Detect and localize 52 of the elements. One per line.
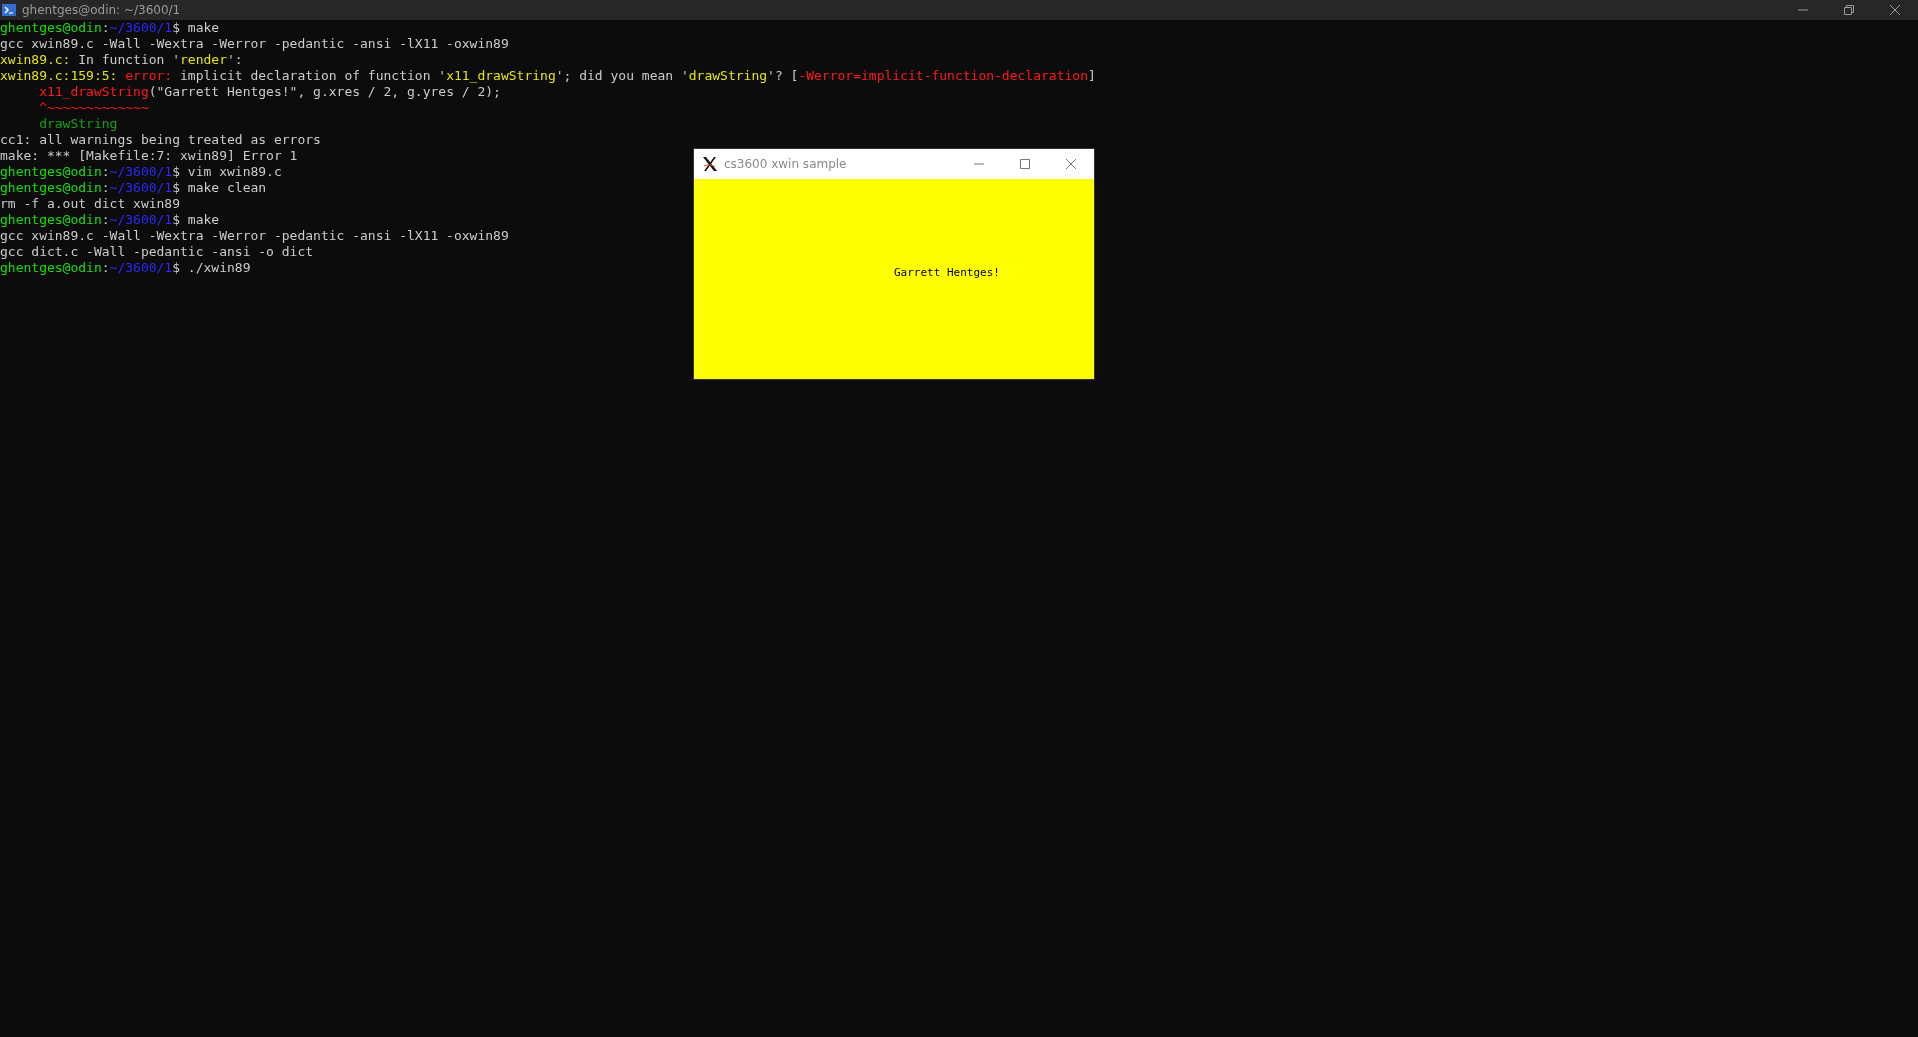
terminal-text: gcc dict.c -Wall -pedantic -ansi -o dict: [0, 244, 314, 259]
terminal-text: ~/3600/1: [109, 212, 173, 227]
canvas-text: Garrett Hentges!: [894, 266, 1000, 279]
restore-icon: [1844, 5, 1854, 15]
terminal-text: :: [101, 260, 110, 275]
terminal-text: $ make: [172, 212, 220, 227]
terminal-text: :: [101, 20, 110, 35]
terminal-text: ("Garrett Hentges!", g.xres / 2, g.yres / 2);: [148, 84, 501, 99]
terminal-text: :: [101, 212, 110, 227]
terminal-text: ~/3600/1: [109, 164, 173, 179]
terminal-text: $ ./xwin89: [172, 260, 251, 275]
terminal-icon: [2, 4, 16, 16]
terminal-text: ghentges@odin: [0, 212, 102, 227]
app-window-title: cs3600 xwin sample: [724, 157, 848, 171]
terminal-text: error:: [124, 68, 173, 83]
terminal-text: ]: [1087, 68, 1096, 83]
terminal-text: '? [: [767, 68, 799, 83]
terminal-text: ~/3600/1: [109, 20, 173, 35]
terminal-text: xwin89.c:159:5:: [0, 68, 118, 83]
terminal-text: ghentges@odin: [0, 260, 102, 275]
terminal-text: :: [101, 164, 110, 179]
terminal-text: x11_drawString: [38, 84, 149, 99]
terminal-text: ghentges@odin: [0, 20, 102, 35]
terminal-text: -Werror=implicit-function-declaration: [798, 68, 1088, 83]
terminal-text: gcc xwin89.c -Wall -Wextra -Werror -pedantic -ansi -lX11 -oxwin89: [0, 36, 509, 51]
terminal-text: ~/3600/1: [109, 180, 173, 195]
terminal-text: cc1: all warnings being treated as errors: [0, 132, 321, 147]
terminal-text: make: *** [Makefile:7: xwin89] Error 1: [0, 148, 298, 163]
close-icon: [1890, 5, 1900, 15]
terminal-text: ghentges@odin: [0, 164, 102, 179]
terminal-text: drawString: [688, 68, 768, 83]
terminal-text: drawString: [38, 116, 118, 131]
terminal-text: In function ': [77, 52, 181, 67]
terminal-text: $ vim xwin89.c: [172, 164, 282, 179]
terminal-text: x11_drawString: [446, 68, 556, 83]
terminal-text: xwin89.c:: [0, 52, 71, 67]
terminal-text: :: [101, 180, 110, 195]
terminal-text: '; did you mean ': [555, 68, 689, 83]
terminal-text: gcc xwin89.c -Wall -Wextra -Werror -pedantic -ansi -lX11 -oxwin89: [0, 228, 509, 243]
close-icon: [1066, 159, 1076, 169]
terminal-text: $ make: [172, 20, 220, 35]
window-title: ghentges@odin: ~/3600/1: [22, 3, 182, 17]
terminal-text: render: [180, 52, 227, 67]
maximize-icon: [1020, 159, 1030, 169]
terminal-text: rm -f a.out dict xwin89: [0, 196, 180, 211]
terminal-text: ':: [227, 52, 243, 67]
terminal-text: ~/3600/1: [109, 260, 173, 275]
terminal-text: $ make clean: [172, 180, 267, 195]
terminal-text: ghentges@odin: [0, 180, 102, 195]
x-logo-icon: [702, 156, 718, 172]
terminal-text: ^~~~~~~~~~~~~~: [38, 100, 149, 115]
terminal-text: implicit declaration of function ': [179, 68, 447, 83]
